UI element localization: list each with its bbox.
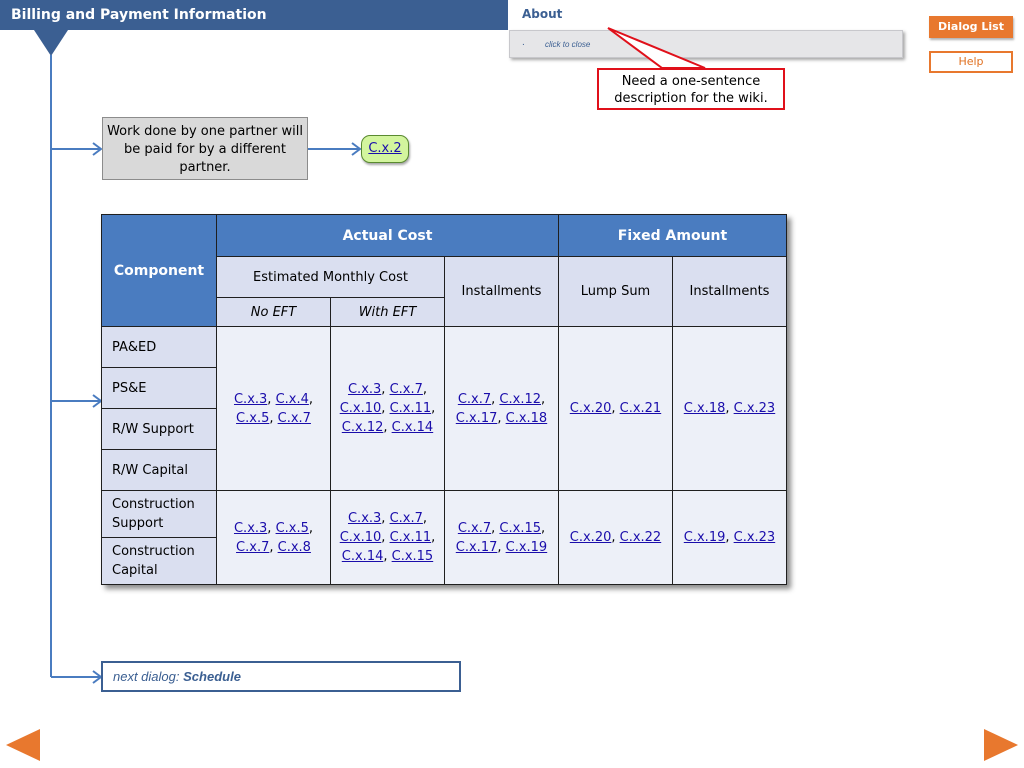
cell-g1-no-eft: C.x.3, C.x.4, C.x.5, C.x.7 [216,326,331,491]
cx-link[interactable]: C.x.7 [390,511,423,526]
cx-link[interactable]: C.x.14 [342,549,384,564]
next-dialog-label: next dialog: [113,669,180,684]
flow-arrow-icon [308,142,362,156]
cx-link[interactable]: C.x.23 [734,401,776,416]
header-caret [34,30,68,56]
cx-link[interactable]: C.x.5 [236,411,269,426]
cx-link[interactable]: C.x.12 [499,392,541,407]
cx-link[interactable]: C.x.19 [684,530,726,545]
cell-g1-lump-sum: C.x.20, C.x.21 [558,326,673,491]
header-fixed-amount: Fixed Amount [558,214,787,257]
flow-arrow-icon [51,394,103,408]
cx-link[interactable]: C.x.3 [348,382,381,397]
cx-link[interactable]: C.x.11 [390,530,432,545]
cell-g1-installments: C.x.7, C.x.12, C.x.17, C.x.18 [444,326,559,491]
page-title: Billing and Payment Information [11,7,267,23]
cx-link[interactable]: C.x.15 [392,549,434,564]
header-estimated-monthly: Estimated Monthly Cost [216,256,445,298]
cx-link[interactable]: C.x.22 [620,530,662,545]
about-close-link[interactable]: click to close [545,40,590,49]
cx-link[interactable]: C.x.4 [276,392,309,407]
billing-table: Component Actual Cost Fixed Amount Estim… [101,214,787,585]
cell-g2-installments: C.x.7, C.x.15, C.x.17, C.x.19 [444,490,559,585]
right-arrow-icon[interactable] [984,729,1018,761]
header-installments: Installments [444,256,559,327]
header-actual-cost: Actual Cost [216,214,559,257]
cx-link[interactable]: C.x.7 [458,392,491,407]
row-label-construction-support: Construction Support [101,490,217,538]
cx-link[interactable]: C.x.17 [456,540,498,555]
cx-link[interactable]: C.x.18 [684,401,726,416]
callout-pointer-icon [607,27,706,69]
row-label-pa-ed: PA&ED [101,326,217,368]
row-label-construction-capital: Construction Capital [101,537,217,585]
header-installments-fixed: Installments [672,256,787,327]
cx-link[interactable]: C.x.12 [342,420,384,435]
flow-arrow-icon [51,670,103,684]
cx-link[interactable]: C.x.7 [458,521,491,536]
cx-link[interactable]: C.x.20 [570,401,612,416]
cx-link[interactable]: C.x.19 [506,540,548,555]
cx-link[interactable]: C.x.7 [278,411,311,426]
row-label-ps-e: PS&E [101,367,217,409]
next-dialog-link[interactable]: Schedule [183,669,241,684]
cx-link[interactable]: C.x.17 [456,411,498,426]
cx-link[interactable]: C.x.21 [620,401,662,416]
about-callout: Need a one-sentence description for the … [597,68,785,110]
cx-link[interactable]: C.x.10 [340,401,382,416]
header-with-eft: With EFT [330,297,445,327]
note-box: Work done by one partner will be paid fo… [102,117,308,180]
cell-g2-lump-sum: C.x.20, C.x.22 [558,490,673,585]
cell-g1-installments-fixed: C.x.18, C.x.23 [672,326,787,491]
header-no-eft: No EFT [216,297,331,327]
cx2-link-pill[interactable]: C.x.2 [361,135,409,163]
cx-link[interactable]: C.x.10 [340,530,382,545]
cx-link[interactable]: C.x.18 [506,411,548,426]
cx-link[interactable]: C.x.3 [348,511,381,526]
cx-link[interactable]: C.x.23 [734,530,776,545]
cell-g2-with-eft: C.x.3, C.x.7, C.x.10, C.x.11, C.x.14, C.… [330,490,445,585]
header-lump-sum: Lump Sum [558,256,673,327]
left-arrow-icon[interactable] [6,729,40,761]
header-component: Component [101,214,217,327]
help-button[interactable]: Help [929,51,1013,73]
row-label-rw-capital: R/W Capital [101,449,217,491]
cx-link[interactable]: C.x.20 [570,530,612,545]
cx-link[interactable]: C.x.3 [234,521,267,536]
cx-link[interactable]: C.x.7 [390,382,423,397]
cell-g1-with-eft: C.x.3, C.x.7, C.x.10, C.x.11, C.x.12, C.… [330,326,445,491]
cx-link[interactable]: C.x.11 [390,401,432,416]
cx2-link[interactable]: C.x.2 [368,141,401,156]
dialog-list-button[interactable]: Dialog List [929,16,1013,38]
cell-g2-installments-fixed: C.x.19, C.x.23 [672,490,787,585]
cx-link[interactable]: C.x.14 [392,420,434,435]
row-label-rw-support: R/W Support [101,408,217,450]
cell-g2-no-eft: C.x.3, C.x.5, C.x.7, C.x.8 [216,490,331,585]
about-bullet: . [522,37,525,48]
cx-link[interactable]: C.x.15 [499,521,541,536]
cx-link[interactable]: C.x.3 [234,392,267,407]
cx-link[interactable]: C.x.8 [278,540,311,555]
cx-link[interactable]: C.x.7 [236,540,269,555]
cx-link[interactable]: C.x.5 [276,521,309,536]
flow-arrow-icon [51,142,103,156]
about-title: About [522,7,563,21]
next-dialog-box[interactable]: next dialog: Schedule [101,661,461,692]
